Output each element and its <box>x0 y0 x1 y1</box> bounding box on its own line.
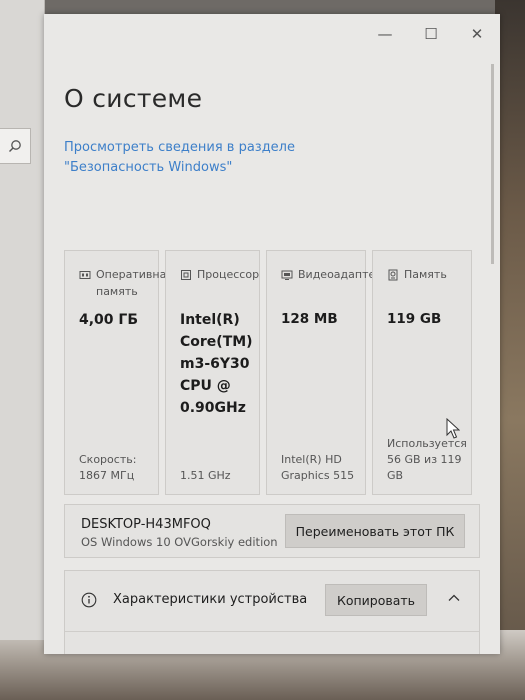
background-settings-window <box>0 0 45 640</box>
security-link[interactable]: Просмотреть сведения в разделе "Безопасн… <box>64 138 394 178</box>
card-footer: Intel(R) HD Graphics 515 <box>281 453 355 482</box>
card-video-adapter: Видеоадаптер 128 MB Intel(R) HD Graphics… <box>266 250 382 495</box>
card-ram: Оперативная память 4,00 ГБ Скорость: 186… <box>64 250 173 495</box>
search-icon[interactable] <box>0 128 31 164</box>
card-processor: Процессор Intel(R) Core(TM) m3-6Y30 CPU … <box>165 250 260 495</box>
storage-icon <box>388 269 398 281</box>
card-value: 128 MB <box>281 311 338 327</box>
card-footer: 1.51 GHz <box>180 469 231 482</box>
card-title: Память <box>404 268 447 281</box>
card-footer: Используется 56 GB из 119 GB <box>387 437 467 482</box>
card-title: Процессор <box>197 268 260 281</box>
device-specs-title: Характеристики устройства <box>113 592 308 607</box>
card-title: Видеоадаптер <box>298 268 383 281</box>
card-storage: Память 119 GB Используется 56 GB из 119 … <box>372 250 472 495</box>
close-button[interactable]: ✕ <box>454 14 500 54</box>
video-adapter-icon <box>281 270 293 280</box>
processor-icon <box>181 270 191 280</box>
minimize-button[interactable]: — <box>362 14 408 54</box>
os-edition: OS Windows 10 OVGorskiy edition <box>81 535 278 549</box>
device-specs-header[interactable]: Характеристики устройства Копировать <box>65 571 479 632</box>
card-footer: Скорость: 1867 МГц <box>79 453 137 482</box>
card-value: 4,00 ГБ <box>79 312 139 328</box>
card-value: 119 GB <box>387 311 442 327</box>
info-icon <box>81 592 97 608</box>
scrollbar[interactable] <box>491 64 494 264</box>
card-title: Оперативная память <box>96 268 173 298</box>
page-title: О системе <box>64 84 203 113</box>
rename-pc-button[interactable]: Переименовать этот ПК <box>285 514 465 548</box>
about-window: — ☐ ✕ О системе Просмотреть сведения в р… <box>44 14 500 654</box>
pc-name: DESKTOP-H43MFOQ <box>81 517 211 532</box>
device-specs-panel: Характеристики устройства Копировать <box>64 570 480 654</box>
spec-cards: Оперативная память 4,00 ГБ Скорость: 186… <box>64 250 472 495</box>
mouse-pointer-icon <box>446 418 460 439</box>
pc-name-panel: DESKTOP-H43MFOQ OS Windows 10 OVGorskiy … <box>64 504 480 558</box>
title-bar: — ☐ ✕ <box>340 14 500 54</box>
memory-icon <box>79 271 91 279</box>
card-value: Intel(R) Core(TM) m3-6Y30 CPU @ 0.90GHz <box>180 312 253 416</box>
chevron-up-icon[interactable] <box>447 591 461 605</box>
copy-button[interactable]: Копировать <box>325 584 427 616</box>
maximize-button[interactable]: ☐ <box>408 14 454 54</box>
